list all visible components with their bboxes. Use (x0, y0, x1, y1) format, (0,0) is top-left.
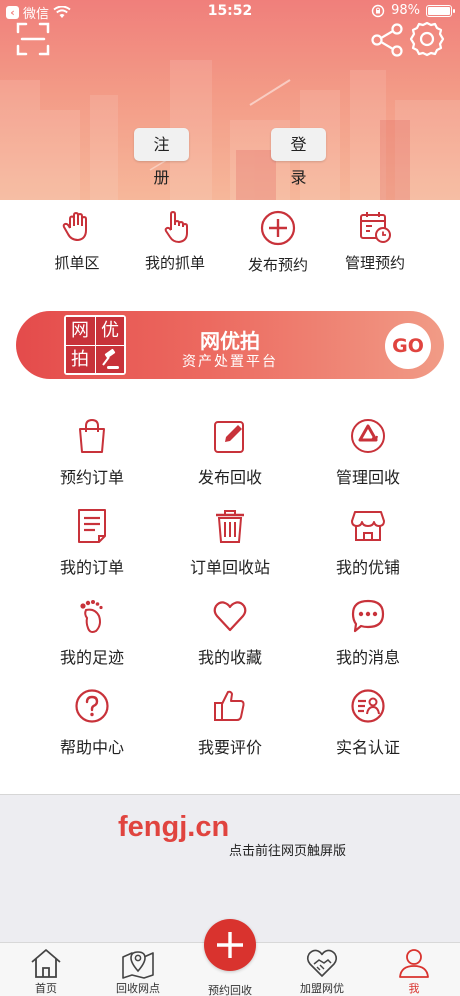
recycle-icon (351, 419, 385, 453)
quick-actions: 抓单区 我的抓单 发布预约 管理预约 (0, 210, 460, 280)
register-button[interactable]: 注册 (134, 128, 189, 187)
home-icon (31, 949, 61, 978)
finger-pointer-icon (164, 211, 188, 243)
tab-label: 回收网点 (116, 982, 160, 995)
quick-item-label: 管理预约 (344, 254, 405, 272)
grid-item-label: 管理回收 (335, 468, 400, 487)
grid-item-label: 实名认证 (335, 738, 400, 757)
grid-item-label: 我的足迹 (59, 648, 124, 667)
edit-icon (214, 421, 244, 453)
help-icon (75, 689, 109, 723)
hand-icon (62, 212, 87, 241)
grid-item-help-center[interactable]: 帮助中心 (22, 688, 162, 758)
grid-item-rate[interactable]: 我要评价 (160, 688, 300, 758)
heart-icon (213, 601, 247, 632)
grid-item-my-shop[interactable]: 我的优铺 (298, 508, 438, 578)
tab-me[interactable]: 我 (368, 943, 460, 996)
share-icon[interactable] (370, 22, 406, 58)
map-pin-icon (122, 951, 154, 979)
grid-item-label: 我的消息 (335, 648, 400, 667)
grid-item-label: 我的订单 (59, 558, 124, 577)
grid-item-real-name-auth[interactable]: 实名认证 (298, 688, 438, 758)
go-button[interactable]: GO (385, 323, 431, 369)
plus-circle-icon (260, 210, 296, 246)
login-button[interactable]: 登录 (271, 128, 326, 187)
thumbs-up-icon (214, 690, 245, 721)
tab-label: 加盟网优 (300, 982, 344, 995)
grid-item-label: 帮助中心 (59, 738, 124, 757)
grid-item-label: 我的优铺 (335, 558, 400, 577)
grid-item-label: 我的收藏 (197, 648, 262, 667)
handshake-heart-icon (306, 949, 338, 977)
message-icon (351, 599, 385, 633)
site-logo: fengj.cn (118, 811, 230, 843)
grid-item-order-recycle-bin[interactable]: 订单回收站 (160, 508, 300, 578)
shopping-bag-icon (79, 418, 105, 453)
bottom-tab-bar: 首页 回收网点 预约回收 加盟网优 我 (0, 919, 460, 996)
grid-item-label: 订单回收站 (189, 558, 270, 577)
banner-subtitle: 资产处置平台 (182, 354, 278, 370)
quick-item-my-grabs[interactable]: 我的抓单 (125, 210, 225, 273)
tab-label: 我 (408, 982, 420, 995)
status-bar: ‹ 微信 15:52 98% (0, 0, 460, 24)
battery-icon (426, 4, 455, 17)
wangyoupai-banner[interactable]: 网 优 拍 网优拍 资产处置平台 GO (16, 311, 444, 379)
grid-item-publish-recycle[interactable]: 发布回收 (160, 418, 300, 488)
quick-item-label: 我的抓单 (144, 254, 205, 272)
grid-item-my-orders[interactable]: 我的订单 (22, 508, 162, 578)
document-icon (78, 509, 106, 543)
grid-item-footprints[interactable]: 我的足迹 (22, 598, 162, 668)
grid-item-manage-recycle[interactable]: 管理回收 (298, 418, 438, 488)
profile-header: ‹ 微信 15:52 98% 注册 登录 (0, 0, 460, 200)
tab-recycle-points[interactable]: 回收网点 (92, 943, 184, 996)
quick-item-grab-orders[interactable]: 抓单区 (27, 210, 127, 273)
calendar-clock-icon (360, 212, 391, 243)
orientation-lock-icon (371, 4, 385, 17)
tab-label: 预约回收 (208, 984, 252, 996)
gear-icon[interactable] (408, 20, 446, 58)
quick-item-manage-booking[interactable]: 管理预约 (325, 210, 425, 273)
plus-icon (217, 932, 243, 958)
user-icon (399, 949, 429, 978)
tab-book-recycle[interactable]: 预约回收 (184, 919, 276, 996)
footprint-icon (80, 600, 103, 633)
id-card-icon (351, 689, 385, 723)
grid-item-label: 发布回收 (197, 468, 262, 487)
quick-item-publish-booking[interactable]: 发布预约 (228, 210, 328, 275)
quick-item-label: 发布预约 (247, 256, 308, 274)
banner-title: 网优拍 (200, 329, 260, 353)
battery-percent: 98% (391, 3, 420, 18)
tab-join[interactable]: 加盟网优 (276, 943, 368, 996)
web-version-hint: 点击前往网页触屏版 (229, 844, 347, 859)
scan-icon[interactable] (16, 22, 50, 56)
grid-item-label: 预约订单 (59, 468, 124, 487)
shop-icon (351, 511, 385, 541)
grid-item-label: 我要评价 (197, 738, 262, 757)
grid-item-booking-orders[interactable]: 预约订单 (22, 418, 162, 488)
quick-item-label: 抓单区 (54, 254, 100, 272)
tab-home[interactable]: 首页 (0, 943, 92, 996)
trash-icon (216, 510, 244, 543)
grid-item-messages[interactable]: 我的消息 (298, 598, 438, 668)
grid-item-favorites[interactable]: 我的收藏 (160, 598, 300, 668)
tab-label: 首页 (35, 982, 57, 995)
